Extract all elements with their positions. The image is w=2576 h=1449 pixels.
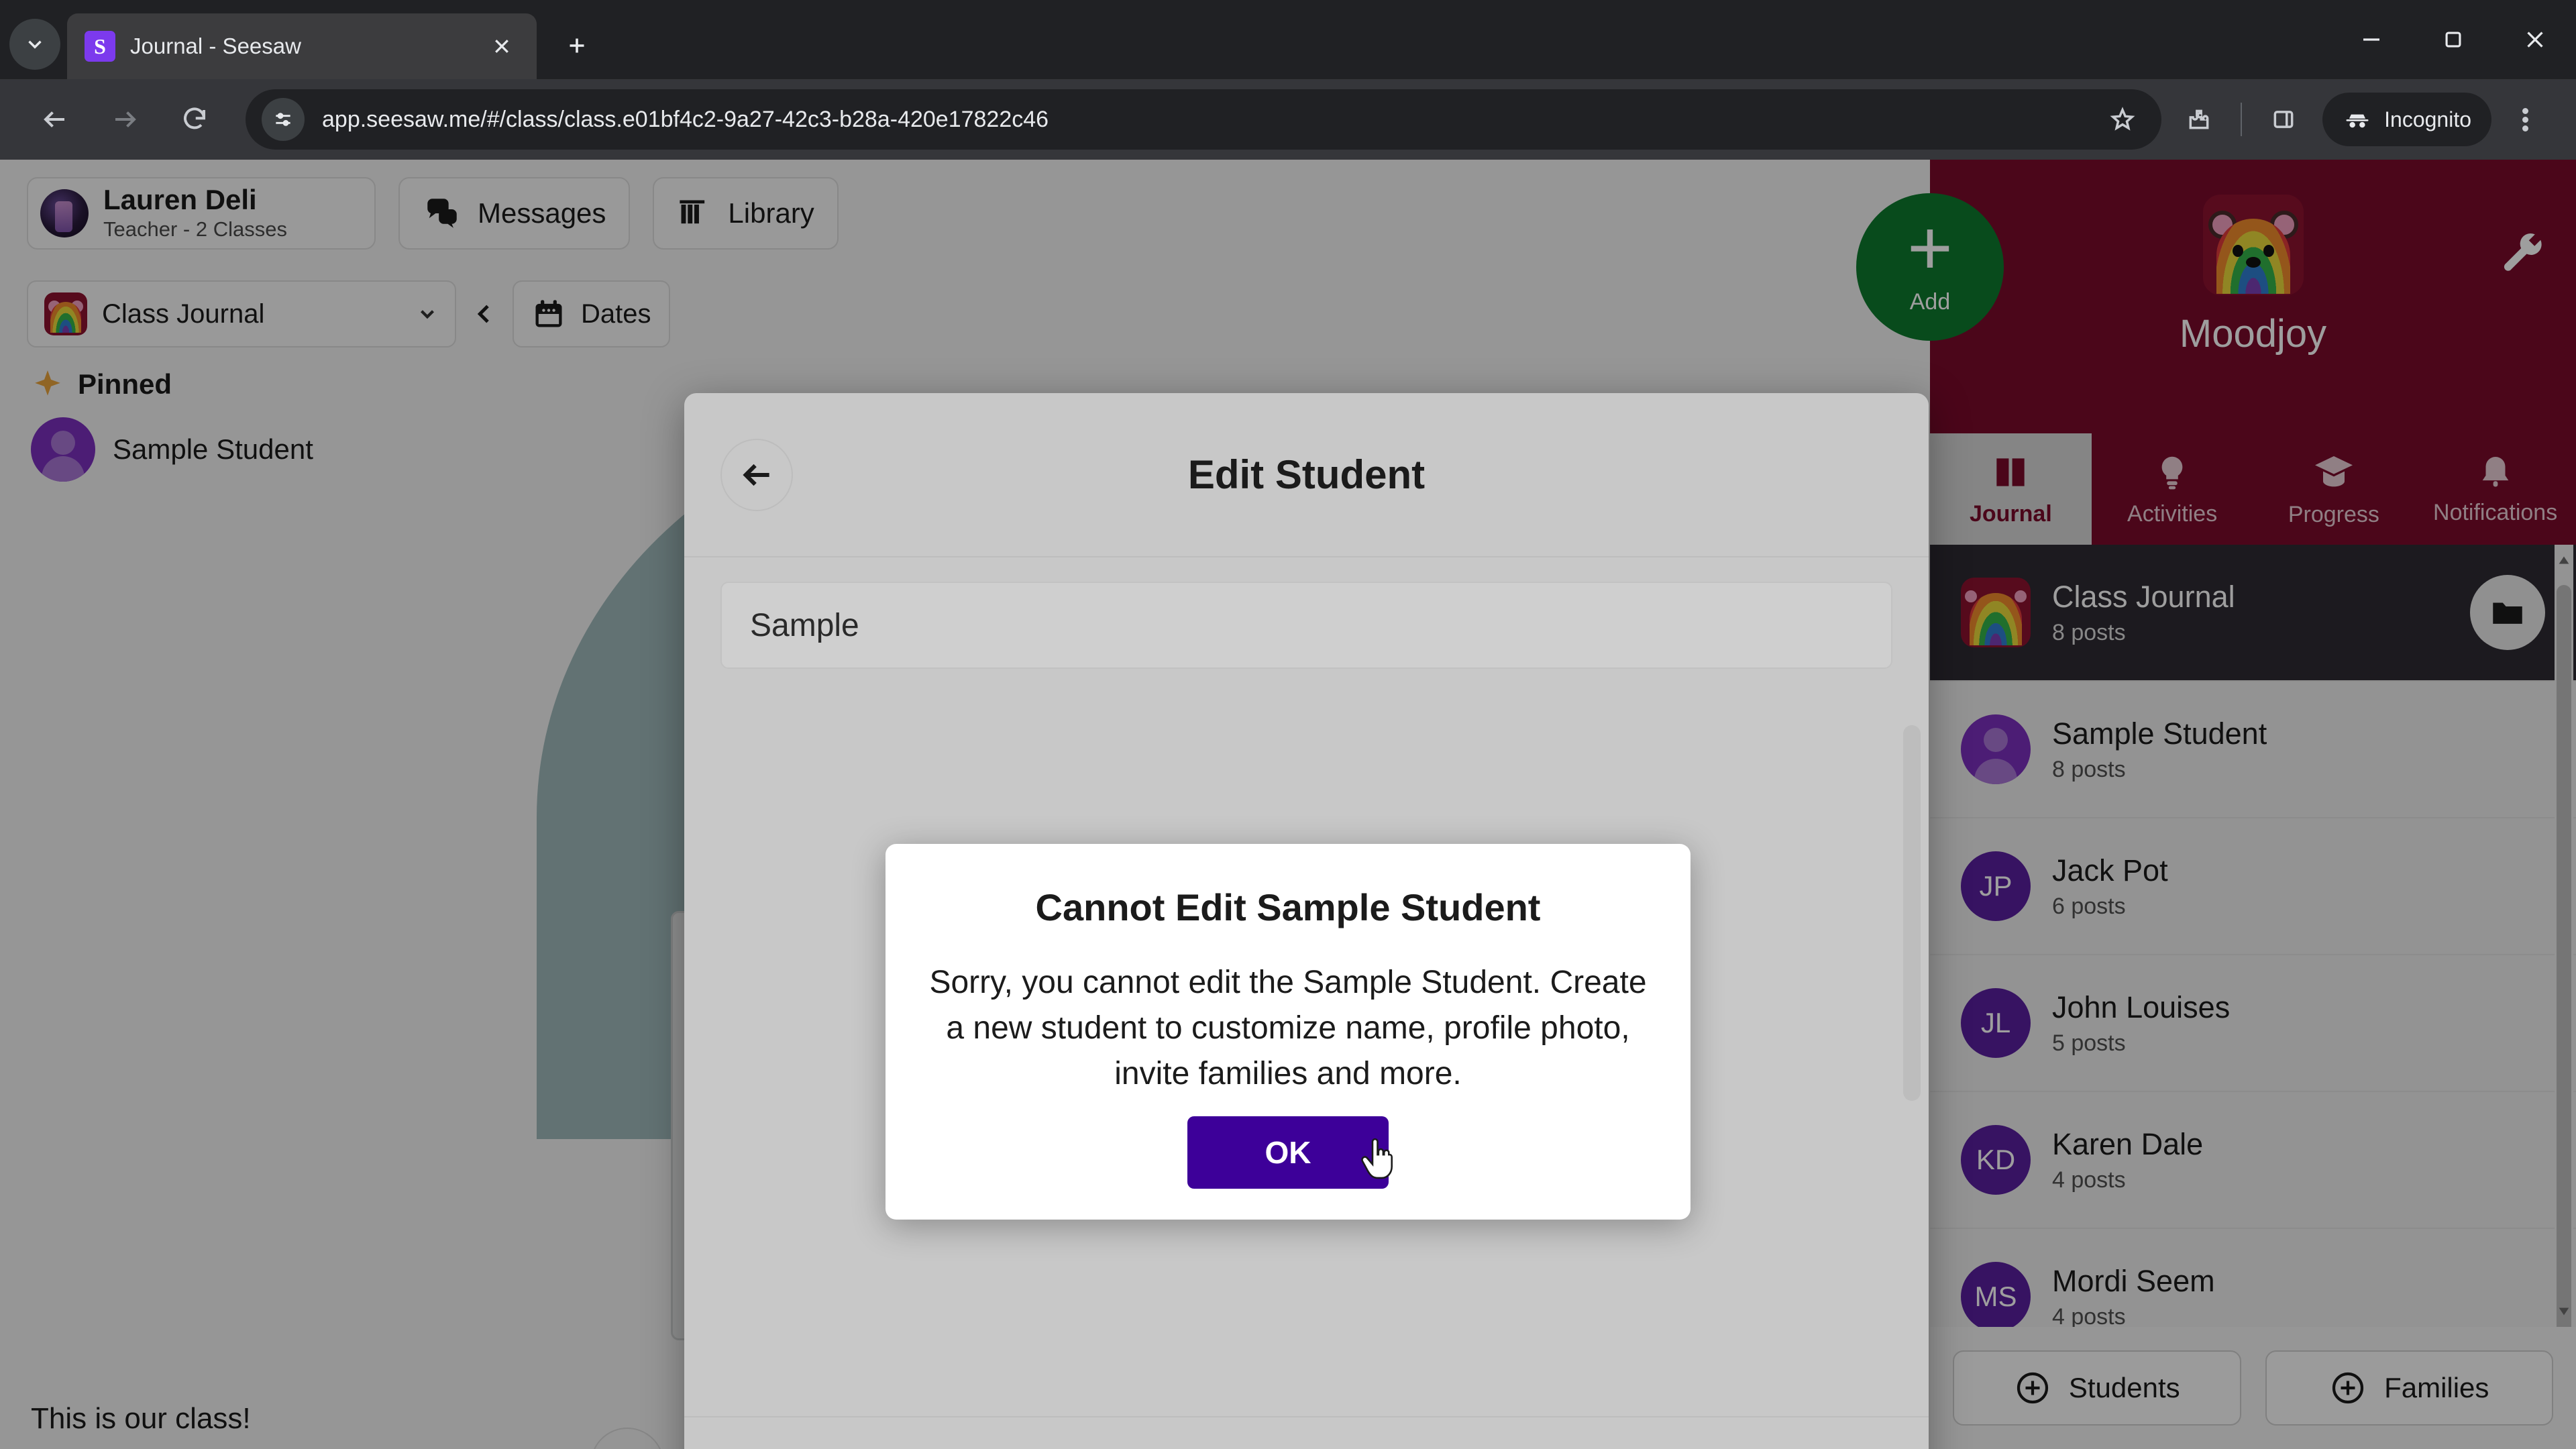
extensions-button[interactable] bbox=[2172, 93, 2226, 146]
puzzle-icon bbox=[2189, 109, 2209, 129]
tab-close-button[interactable] bbox=[484, 29, 519, 64]
mouse-cursor-pointer bbox=[1361, 1138, 1393, 1179]
tab-search-button[interactable] bbox=[9, 19, 60, 70]
browser-toolbar: app.seesaw.me/#/class/class.e01bf4c2-9a2… bbox=[0, 79, 2576, 160]
modal-back-button[interactable] bbox=[720, 438, 793, 511]
maximize-icon bbox=[2445, 32, 2461, 48]
window-controls bbox=[2330, 0, 2576, 79]
browser-menu-button[interactable] bbox=[2497, 89, 2553, 150]
incognito-label: Incognito bbox=[2384, 107, 2471, 131]
minimize-button[interactable] bbox=[2330, 0, 2412, 79]
tab-strip: S Journal - Seesaw bbox=[0, 0, 2576, 79]
maximize-button[interactable] bbox=[2412, 0, 2494, 79]
reload-button[interactable] bbox=[162, 87, 227, 152]
close-icon bbox=[2527, 32, 2543, 48]
star-icon bbox=[2110, 107, 2135, 131]
tune-icon bbox=[276, 113, 290, 126]
forward-button[interactable] bbox=[93, 87, 157, 152]
student-name-input[interactable]: Sample bbox=[720, 582, 1892, 669]
arrow-left-icon bbox=[743, 464, 769, 486]
page-viewport: Lauren Deli Teacher - 2 Classes Messages bbox=[0, 160, 2576, 1449]
kebab-dot bbox=[2522, 107, 2528, 114]
arrow-right-icon bbox=[115, 111, 136, 127]
new-tab-button[interactable] bbox=[551, 20, 602, 71]
arrow-left-icon bbox=[44, 111, 64, 127]
site-info-button[interactable] bbox=[262, 98, 305, 141]
close-icon bbox=[495, 40, 508, 53]
toolbar-divider bbox=[2241, 103, 2243, 136]
alert-message: Sorry, you cannot edit the Sample Studen… bbox=[929, 965, 1647, 1092]
kebab-dot bbox=[2522, 116, 2528, 123]
seesaw-favicon: S bbox=[85, 31, 115, 62]
reload-icon bbox=[184, 107, 206, 129]
favicon-letter: S bbox=[94, 34, 106, 58]
plus-icon bbox=[570, 38, 584, 53]
minimize-icon bbox=[2363, 38, 2379, 41]
side-panel-button[interactable] bbox=[2257, 93, 2310, 146]
modal-header: Edit Student bbox=[684, 393, 1929, 557]
modal-footer bbox=[684, 1416, 1929, 1449]
incognito-badge[interactable]: Incognito bbox=[2322, 93, 2491, 146]
close-window-button[interactable] bbox=[2494, 0, 2576, 79]
alert-title: Cannot Edit Sample Student bbox=[1035, 886, 1541, 928]
modal-scrollbar-thumb[interactable] bbox=[1903, 725, 1921, 1101]
back-button[interactable] bbox=[23, 87, 87, 152]
url-text: app.seesaw.me/#/class/class.e01bf4c2-9a2… bbox=[322, 106, 1049, 132]
tab-title: Journal - Seesaw bbox=[130, 34, 301, 58]
incognito-icon bbox=[2346, 114, 2369, 128]
omnibox-actions bbox=[2096, 93, 2149, 146]
cannot-edit-alert: Cannot Edit Sample Student Sorry, you ca… bbox=[885, 844, 1690, 1220]
browser-tab[interactable]: S Journal - Seesaw bbox=[67, 13, 537, 79]
modal-title: Edit Student bbox=[1187, 452, 1426, 497]
kebab-dot bbox=[2522, 125, 2528, 131]
browser-window: S Journal - Seesaw app.seesaw.me/#/class… bbox=[0, 0, 2576, 1449]
chevron-down-icon bbox=[28, 40, 42, 49]
side-panel-icon bbox=[2273, 111, 2294, 128]
bookmark-button[interactable] bbox=[2096, 93, 2149, 146]
address-bar[interactable]: app.seesaw.me/#/class/class.e01bf4c2-9a2… bbox=[246, 89, 2162, 150]
